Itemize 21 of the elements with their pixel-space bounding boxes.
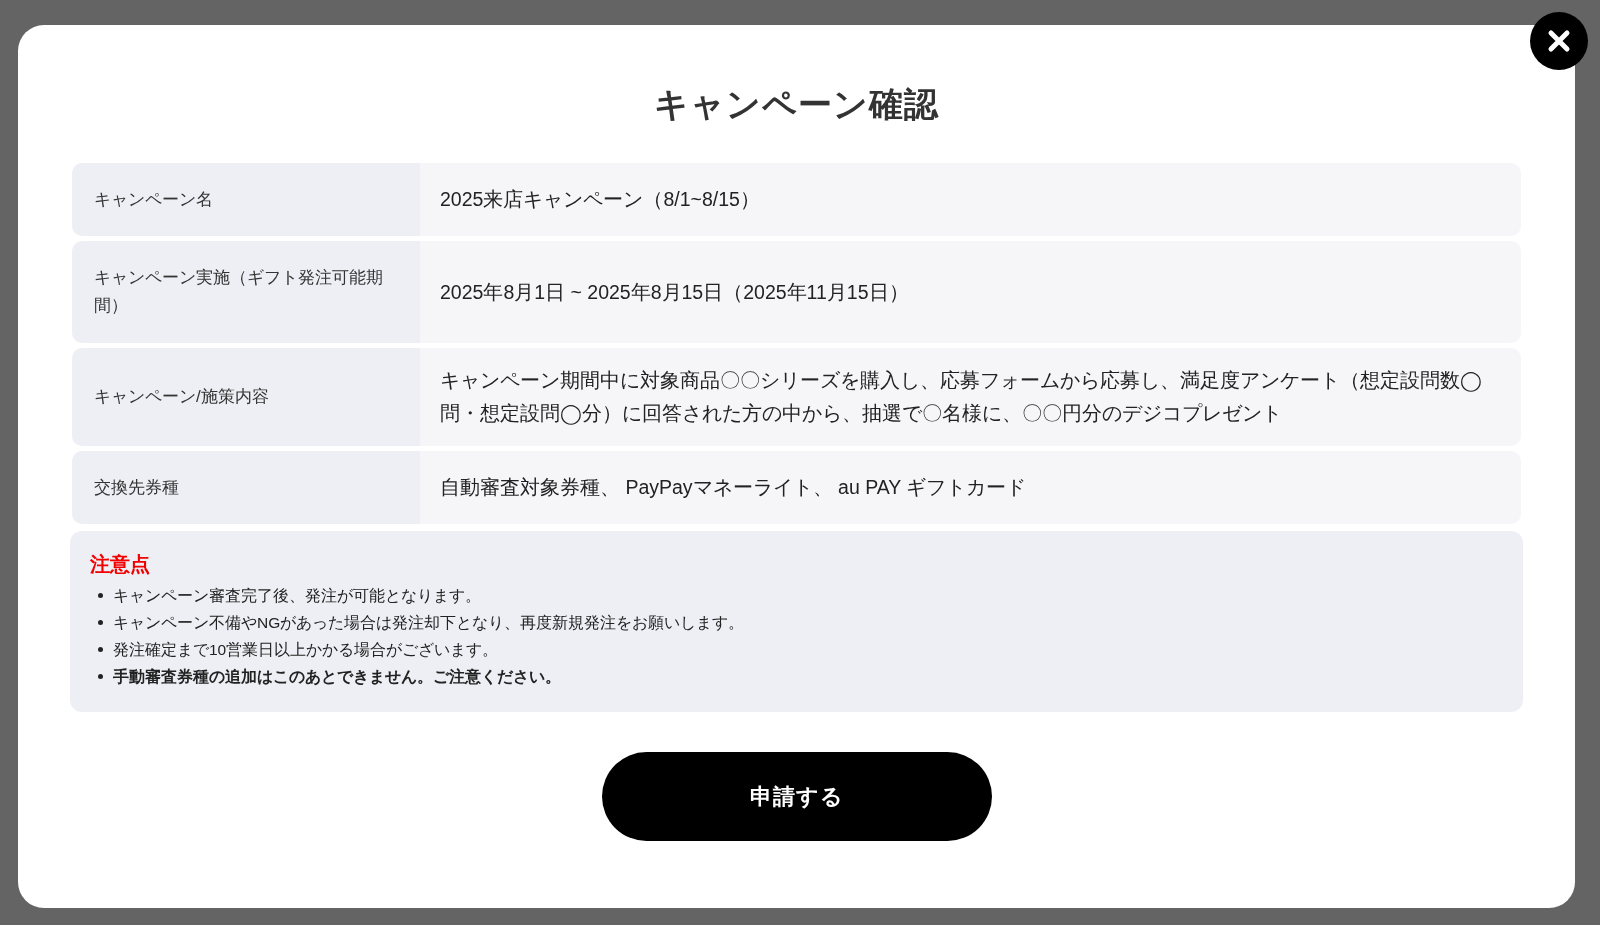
- row-value: キャンペーン期間中に対象商品〇〇シリーズを購入し、応募フォームから応募し、満足度アンケート（想定設問数◯問・想定設問◯分）に回答された方の中から、抽選で〇名様に、〇〇円分のデジコプレゼント: [420, 348, 1521, 446]
- dialog-title: キャンペーン確認: [654, 84, 939, 125]
- row-label: 交換先券種: [72, 451, 420, 524]
- bullet-icon: [98, 593, 103, 598]
- row-label: キャンペーン名: [72, 163, 420, 236]
- bullet-icon: [98, 674, 103, 679]
- row-value: 2025年8月1日 ~ 2025年8月15日（2025年11月15日）: [420, 241, 1521, 343]
- row-value: 自動審査対象券種、 PayPayマネーライト、 au PAY ギフトカード: [420, 451, 1521, 524]
- notice-title: 注意点: [90, 552, 151, 577]
- bullet-icon: [98, 620, 103, 625]
- notice-item: キャンペーン不備やNGがあった場合は発注却下となり、再度新規発注をお願いします。: [113, 612, 745, 633]
- notice-item: 手動審査券種の追加はこのあとできません。ご注意ください。: [113, 666, 561, 687]
- notice-item: キャンペーン審査完了後、発注が可能となります。: [113, 585, 481, 606]
- row-label: キャンペーン/施策内容: [72, 348, 420, 446]
- row-label: キャンペーン実施（ギフト発注可能期間）: [72, 241, 420, 343]
- row-value: 2025来店キャンペーン（8/1~8/15）: [420, 163, 1521, 236]
- close-icon: [1547, 29, 1571, 53]
- close-button[interactable]: [1530, 12, 1588, 70]
- notice-item: 発注確定まで10営業日以上かかる場合がございます。: [113, 639, 499, 660]
- bullet-icon: [98, 647, 103, 652]
- submit-button[interactable]: 申請する: [601, 752, 992, 841]
